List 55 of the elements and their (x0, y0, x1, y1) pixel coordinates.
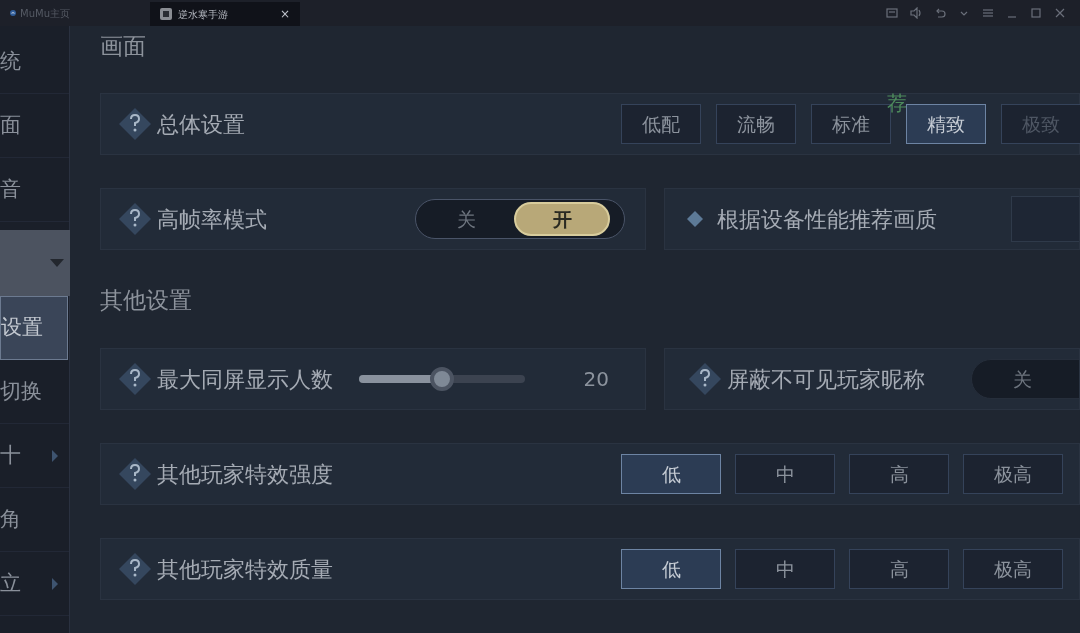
keyboard-icon[interactable] (886, 7, 898, 19)
close-icon[interactable] (1054, 7, 1066, 19)
close-tab-button[interactable]: × (279, 5, 290, 23)
option-button[interactable]: 低 (621, 549, 721, 589)
option-button[interactable]: 极高 (963, 454, 1063, 494)
sidebar-item[interactable]: 角 (0, 488, 69, 552)
sidebar-item[interactable]: 十 (0, 424, 69, 488)
setting-label: 其他玩家特效强度 (157, 460, 333, 489)
help-icon (117, 456, 153, 492)
slider-thumb[interactable] (430, 367, 454, 391)
sidebar-item[interactable]: 设置 (0, 296, 68, 360)
option-button[interactable]: 高 (849, 454, 949, 494)
toggle-option[interactable]: 开 (514, 202, 610, 237)
toggle-switch[interactable]: 关 开 (415, 199, 625, 240)
toggle-option[interactable]: 关 (418, 202, 514, 237)
help-icon (117, 551, 153, 587)
sidebar-item[interactable]: 面 (0, 94, 69, 158)
option-button[interactable]: 低 (621, 454, 721, 494)
help-icon (117, 201, 153, 238)
setting-label: 高帧率模式 (157, 205, 267, 234)
option-button[interactable]: 中 (735, 549, 835, 589)
app-logo-icon (10, 7, 17, 19)
menu-icon[interactable] (982, 7, 994, 19)
slider-value: 20 (583, 366, 609, 393)
option-button[interactable]: 极高 (963, 549, 1063, 589)
help-icon (687, 361, 723, 397)
sidebar-group-header[interactable] (0, 230, 72, 296)
setting-label: 根据设备性能推荐画质 (717, 205, 937, 234)
section-title: 其他设置 (100, 286, 192, 316)
sidebar-item[interactable]: 切换 (0, 360, 69, 424)
sidebar-item[interactable]: 立 (0, 552, 69, 616)
undo-icon[interactable] (934, 7, 946, 19)
setting-label: 最大同屏显示人数 (157, 365, 333, 394)
diamond-icon (687, 211, 703, 228)
toggle-option[interactable]: 关 (974, 362, 1070, 396)
tab[interactable]: 逆水寒手游 × (150, 2, 300, 26)
app-icon (160, 8, 172, 20)
help-icon (117, 361, 153, 397)
setting-label: 总体设置 (157, 110, 245, 139)
caret-down-icon (50, 259, 64, 267)
section-title: 画面 (100, 32, 146, 62)
setting-label: 其他玩家特效质量 (157, 555, 333, 584)
tab-label: 逆水寒手游 (178, 7, 228, 22)
option-button[interactable]: 精致 (906, 104, 986, 145)
option-button[interactable]: 中 (735, 454, 835, 494)
volume-icon[interactable] (910, 7, 922, 19)
option-button[interactable]: 高 (849, 549, 949, 589)
help-icon (117, 106, 153, 143)
option-button[interactable]: 流畅 (716, 104, 796, 145)
option-button[interactable]: 低配 (621, 104, 701, 145)
setting-label: 屏蔽不可见玩家昵称 (727, 365, 925, 394)
sidebar-item[interactable]: 音 (0, 158, 69, 222)
sidebar-item[interactable]: 统 (0, 30, 69, 94)
toggle-switch[interactable]: 关 (971, 359, 1079, 399)
maximize-icon[interactable] (1030, 7, 1042, 19)
